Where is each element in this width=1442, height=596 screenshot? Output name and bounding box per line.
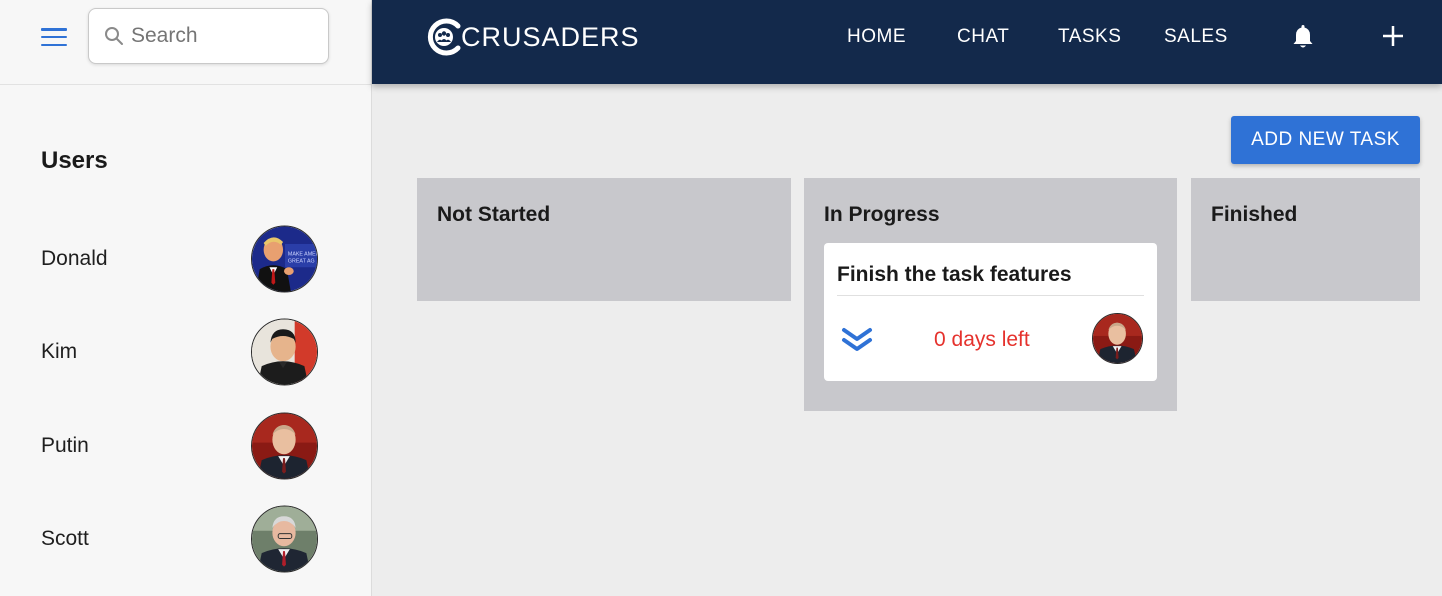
column-in-progress: In Progress Finish the task features 0 d… xyxy=(804,178,1177,411)
crusaders-logo-icon xyxy=(427,18,461,56)
user-list-item-donald[interactable]: Donald MAKE AMER GREAT AG xyxy=(0,219,371,299)
hamburger-menu-icon[interactable] xyxy=(40,26,68,48)
user-name: Donald xyxy=(41,247,108,270)
putin-avatar xyxy=(1092,313,1143,364)
scott-avatar xyxy=(251,505,318,573)
sidebar: Users Donald MAKE AMER GREAT AG xyxy=(0,0,372,596)
column-finished: Finished xyxy=(1191,178,1420,301)
kim-avatar xyxy=(251,318,318,386)
user-list-item-scott[interactable]: Scott xyxy=(0,499,371,579)
nav-tasks[interactable]: TASKS xyxy=(1058,26,1121,48)
search-box[interactable] xyxy=(88,8,329,64)
donald-avatar: MAKE AMER GREAT AG xyxy=(251,225,318,293)
nav-sales[interactable]: SALES xyxy=(1164,26,1228,48)
nav-home[interactable]: HOME xyxy=(847,26,906,48)
double-chevron-down-icon xyxy=(842,328,872,351)
top-navbar: CRUSADERS HOME CHAT TASKS SALES xyxy=(372,0,1442,84)
column-title: Not Started xyxy=(437,203,551,226)
add-new-task-button[interactable]: ADD NEW TASK xyxy=(1231,116,1420,164)
user-name: Putin xyxy=(41,434,89,457)
column-title: Finished xyxy=(1211,203,1298,226)
nav-chat[interactable]: CHAT xyxy=(957,26,1009,48)
task-due-status: 0 days left xyxy=(934,328,1030,351)
task-title: Finish the task features xyxy=(837,263,1072,286)
brand-logo[interactable]: CRUSADERS xyxy=(427,17,640,57)
task-divider xyxy=(837,295,1144,296)
users-heading: Users xyxy=(41,147,108,174)
task-card[interactable]: Finish the task features 0 days left xyxy=(824,243,1157,381)
user-name: Scott xyxy=(41,527,89,550)
column-not-started: Not Started xyxy=(417,178,791,301)
user-name: Kim xyxy=(41,340,78,363)
bell-icon[interactable] xyxy=(1289,22,1317,50)
app-root: Users Donald MAKE AMER GREAT AG xyxy=(0,0,1442,596)
svg-text:GREAT AG: GREAT AG xyxy=(288,258,315,264)
plus-icon[interactable] xyxy=(1382,25,1404,47)
user-list-item-kim[interactable]: Kim xyxy=(0,312,371,392)
search-icon xyxy=(105,27,123,45)
putin-avatar xyxy=(251,412,318,480)
svg-text:MAKE AMER: MAKE AMER xyxy=(288,252,317,258)
column-title: In Progress xyxy=(824,203,940,226)
brand-name: CRUSADERS xyxy=(461,21,640,52)
user-list-item-putin[interactable]: Putin xyxy=(0,406,371,486)
search-input[interactable] xyxy=(131,19,316,53)
sidebar-toolbar xyxy=(0,0,371,85)
